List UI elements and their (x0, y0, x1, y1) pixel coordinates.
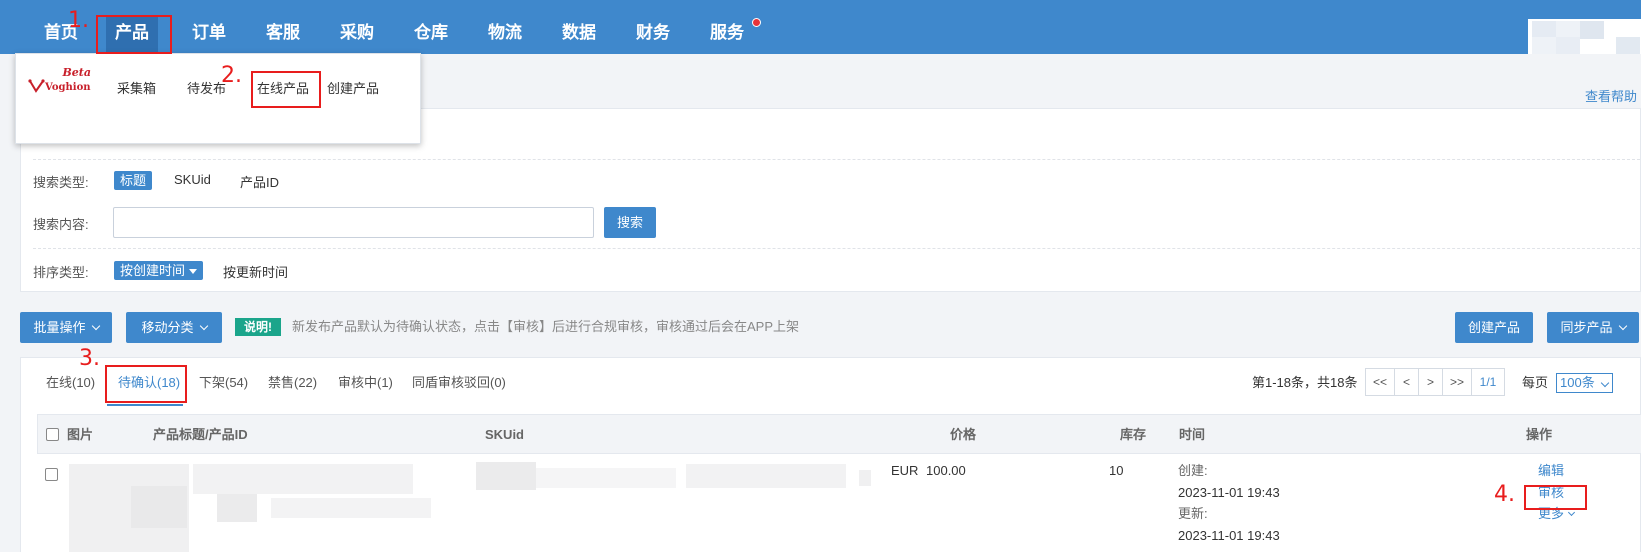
chevron-down-icon (1600, 378, 1610, 388)
skuid-value (686, 464, 846, 488)
skuid-value (859, 470, 871, 486)
th-time: 时间 (1179, 427, 1206, 442)
price-value: 100.00 (926, 463, 966, 478)
nav-warehouse[interactable]: 仓库 (414, 22, 448, 44)
search-button[interactable]: 搜索 (604, 207, 656, 238)
th-stock: 库存 (1120, 427, 1147, 442)
row-checkbox[interactable] (45, 468, 58, 481)
page-indicator: 1/1 (1471, 368, 1505, 396)
annotation-number-3: 3. (79, 346, 100, 371)
search-input[interactable] (113, 207, 594, 238)
sort-by-created-label: 按创建时间 (120, 263, 186, 278)
created-label: 创建: (1178, 463, 1208, 478)
search-type-product-id[interactable]: 产品ID (240, 172, 279, 191)
search-type-title[interactable]: 标题 (114, 171, 153, 190)
th-actions: 操作 (1526, 427, 1553, 442)
sync-product-button[interactable]: 同步产品 (1547, 312, 1639, 343)
table-header: 图片 产品标题/产品ID SKUid 价格 库存 时间 操作 (37, 414, 1641, 454)
per-page-select[interactable]: 100条 (1556, 373, 1613, 393)
search-content-label: 搜索内容: (33, 217, 89, 232)
help-link[interactable]: 查看帮助 (1585, 86, 1637, 105)
product-id (271, 498, 431, 518)
move-category-label: 移动分类 (141, 320, 194, 335)
menu-item-collection-box[interactable]: 采集箱 (117, 80, 156, 98)
batch-operation-label: 批量操作 (33, 320, 86, 335)
top-nav: 首页 产品 订单 客服 采购 仓库 物流 数据 财务 服务 (0, 0, 1641, 54)
chevron-down-icon (91, 321, 100, 331)
th-image: 图片 (67, 427, 94, 442)
create-product-button[interactable]: 创建产品 (1455, 312, 1533, 343)
nav-purchase[interactable]: 采购 (340, 22, 374, 44)
product-dropdown-menu: Beta Voghion 采集箱 待发布 在线产品 创建产品 (15, 53, 421, 144)
annotation-number-1: 1. (68, 8, 89, 33)
product-title (193, 464, 413, 494)
per-page-value: 100条 (1560, 375, 1595, 390)
caret-down-icon (189, 269, 198, 275)
annotation-box-1 (96, 15, 172, 54)
search-type-label: 搜索类型: (33, 175, 89, 190)
batch-operation-button[interactable]: 批量操作 (20, 312, 112, 343)
nav-logistics[interactable]: 物流 (488, 22, 522, 44)
product-list-panel: 在线(10) 待确认(18) 下架(54) 禁售(22) 审核中(1) 同盾审核… (20, 357, 1641, 552)
nav-customer-service[interactable]: 客服 (266, 22, 300, 44)
tab-delisted[interactable]: 下架(54) (199, 374, 248, 392)
tab-tongdun-rejected[interactable]: 同盾审核驳回(0) (412, 374, 506, 392)
last-page-button[interactable]: >> (1442, 368, 1472, 396)
logo-beta-badge: Beta (62, 66, 91, 79)
edit-link[interactable]: 编辑 (1538, 462, 1564, 480)
logo-wordmark: Voghion (45, 82, 91, 93)
annotation-number-4: 4. (1494, 482, 1515, 507)
next-page-button[interactable]: > (1418, 368, 1443, 396)
active-tab-indicator (107, 404, 183, 406)
nav-orders[interactable]: 订单 (192, 22, 226, 44)
notice-tag: 说明! (235, 318, 281, 336)
menu-item-create-product[interactable]: 创建产品 (327, 80, 379, 98)
chevron-down-icon (199, 321, 208, 331)
per-page-label: 每页 (1522, 375, 1549, 390)
select-all-checkbox[interactable] (46, 428, 59, 441)
tab-banned[interactable]: 禁售(22) (268, 374, 317, 392)
tab-under-review[interactable]: 审核中(1) (338, 374, 393, 392)
chevron-down-icon (1567, 508, 1576, 517)
annotation-box-4 (1524, 485, 1587, 510)
annotation-box-2 (251, 71, 321, 108)
skuid-value (536, 468, 676, 488)
notice-text: 新发布产品默认为待确认状态，点击【审核】后进行合规审核，审核通过后会在APP上架 (292, 319, 800, 334)
th-price: 价格 (950, 427, 977, 442)
updated-label: 更新: (1178, 506, 1208, 521)
annotation-number-2: 2. (221, 63, 242, 88)
notification-dot (752, 18, 761, 27)
pager-summary: 第1-18条，共18条 (1252, 375, 1358, 390)
nav-finance[interactable]: 财务 (636, 22, 670, 44)
voghion-mark-icon (28, 79, 45, 93)
chevron-down-icon (1618, 321, 1627, 331)
move-category-button[interactable]: 移动分类 (126, 312, 222, 343)
search-type-skuid[interactable]: SKUid (174, 172, 211, 187)
divider (33, 159, 1640, 160)
nav-services[interactable]: 服务 (710, 22, 744, 44)
tab-online[interactable]: 在线(10) (46, 374, 95, 392)
nav-data[interactable]: 数据 (562, 22, 596, 44)
th-title: 产品标题/产品ID (153, 427, 248, 442)
annotation-box-3 (105, 365, 187, 403)
user-avatar[interactable] (1528, 19, 1641, 54)
skuid-value (476, 462, 536, 490)
sync-product-label: 同步产品 (1560, 320, 1613, 335)
sort-type-label: 排序类型: (33, 265, 89, 280)
product-image (131, 486, 187, 528)
sort-by-created[interactable]: 按创建时间 (114, 261, 204, 280)
voghion-logo[interactable]: Beta Voghion (28, 66, 91, 98)
first-page-button[interactable]: << (1365, 368, 1395, 396)
divider (33, 248, 1640, 249)
stock-value: 10 (1109, 463, 1124, 478)
prev-page-button[interactable]: < (1394, 368, 1419, 396)
created-time: 2023-11-01 19:43 (1178, 485, 1280, 500)
updated-time: 2023-11-01 19:43 (1178, 528, 1280, 543)
product-title (217, 494, 257, 522)
price-currency: EUR (891, 463, 919, 478)
th-skuid: SKUid (485, 427, 524, 442)
sort-by-updated[interactable]: 按更新时间 (223, 262, 288, 281)
